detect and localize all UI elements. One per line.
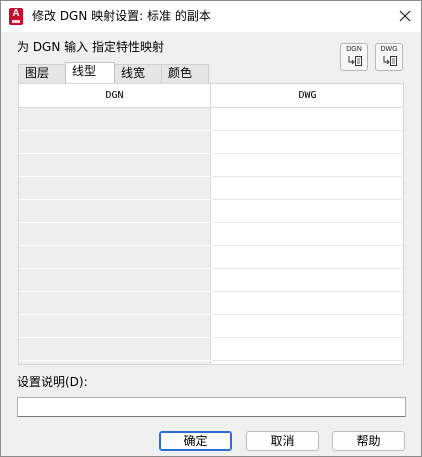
import-mapping-icon <box>383 56 397 66</box>
table-row[interactable] <box>19 223 403 246</box>
tab-colors[interactable]: 颜色 <box>161 64 209 83</box>
dgn-mapping-dialog: A 修改 DGN 映射设置: 标准 的副本 为 DGN 输入 指定特性映射 DG… <box>0 0 422 457</box>
close-icon <box>399 10 411 22</box>
dgn-cell[interactable] <box>19 292 211 315</box>
cancel-button[interactable]: 取消 <box>246 431 319 451</box>
dwg-cell[interactable] <box>212 315 403 338</box>
column-header-dwg[interactable]: DWG <box>212 84 403 108</box>
dgn-cell[interactable] <box>19 338 211 361</box>
mapping-rows <box>19 108 403 364</box>
dgn-cell[interactable] <box>19 154 211 177</box>
dwg-button-label: DWG <box>380 46 398 53</box>
dwg-cell[interactable] <box>212 269 403 292</box>
table-row[interactable] <box>19 315 403 338</box>
table-row[interactable] <box>19 154 403 177</box>
autocad-a-icon: A <box>9 8 23 25</box>
table-row[interactable] <box>19 338 403 361</box>
import-dwg-mapping-button[interactable]: DWG <box>375 43 403 71</box>
table-row[interactable] <box>19 108 403 131</box>
dgn-cell[interactable] <box>19 315 211 338</box>
dgn-cell[interactable] <box>19 131 211 154</box>
import-dgn-mapping-button[interactable]: DGN <box>340 43 368 71</box>
window-title: 修改 DGN 映射设置: 标准 的副本 <box>32 9 211 23</box>
import-mapping-icon <box>348 56 362 66</box>
dgn-cell[interactable] <box>19 108 211 131</box>
dwg-cell[interactable] <box>212 223 403 246</box>
table-row[interactable] <box>19 200 403 223</box>
dgn-cell[interactable] <box>19 246 211 269</box>
table-row[interactable] <box>19 292 403 315</box>
dwg-cell[interactable] <box>212 361 403 364</box>
dwg-cell[interactable] <box>212 246 403 269</box>
dwg-cell[interactable] <box>212 338 403 361</box>
dwg-cell[interactable] <box>212 154 403 177</box>
help-button[interactable]: 帮助 <box>332 431 405 451</box>
table-row[interactable] <box>19 177 403 200</box>
description-label: 设置说明(D): <box>17 375 88 389</box>
title-bar[interactable]: A 修改 DGN 映射设置: 标准 的副本 <box>1 1 421 32</box>
column-header-dgn[interactable]: DGN <box>19 84 211 108</box>
table-row[interactable] <box>19 361 403 364</box>
ok-button[interactable]: 确定 <box>159 431 232 451</box>
mapping-table: DGN DWG <box>18 83 404 365</box>
dgn-cell[interactable] <box>19 177 211 200</box>
dwg-cell[interactable] <box>212 177 403 200</box>
dgn-cell[interactable] <box>19 361 211 364</box>
dgn-cell[interactable] <box>19 269 211 292</box>
dwg-cell[interactable] <box>212 200 403 223</box>
table-row[interactable] <box>19 269 403 292</box>
tab-layers[interactable]: 图层 <box>18 64 66 83</box>
dwg-cell[interactable] <box>212 292 403 315</box>
mapping-heading: 为 DGN 输入 指定特性映射 <box>17 40 164 54</box>
description-field[interactable] <box>17 397 406 417</box>
table-row[interactable] <box>19 131 403 154</box>
dwg-cell[interactable] <box>212 108 403 131</box>
table-row[interactable] <box>19 246 403 269</box>
dgn-cell[interactable] <box>19 200 211 223</box>
close-button[interactable] <box>393 5 417 28</box>
dwg-cell[interactable] <box>212 131 403 154</box>
tab-linetypes[interactable]: 线型 <box>65 62 115 83</box>
dgn-cell[interactable] <box>19 223 211 246</box>
tab-lineweights[interactable]: 线宽 <box>114 64 162 83</box>
dgn-button-label: DGN <box>346 46 362 53</box>
